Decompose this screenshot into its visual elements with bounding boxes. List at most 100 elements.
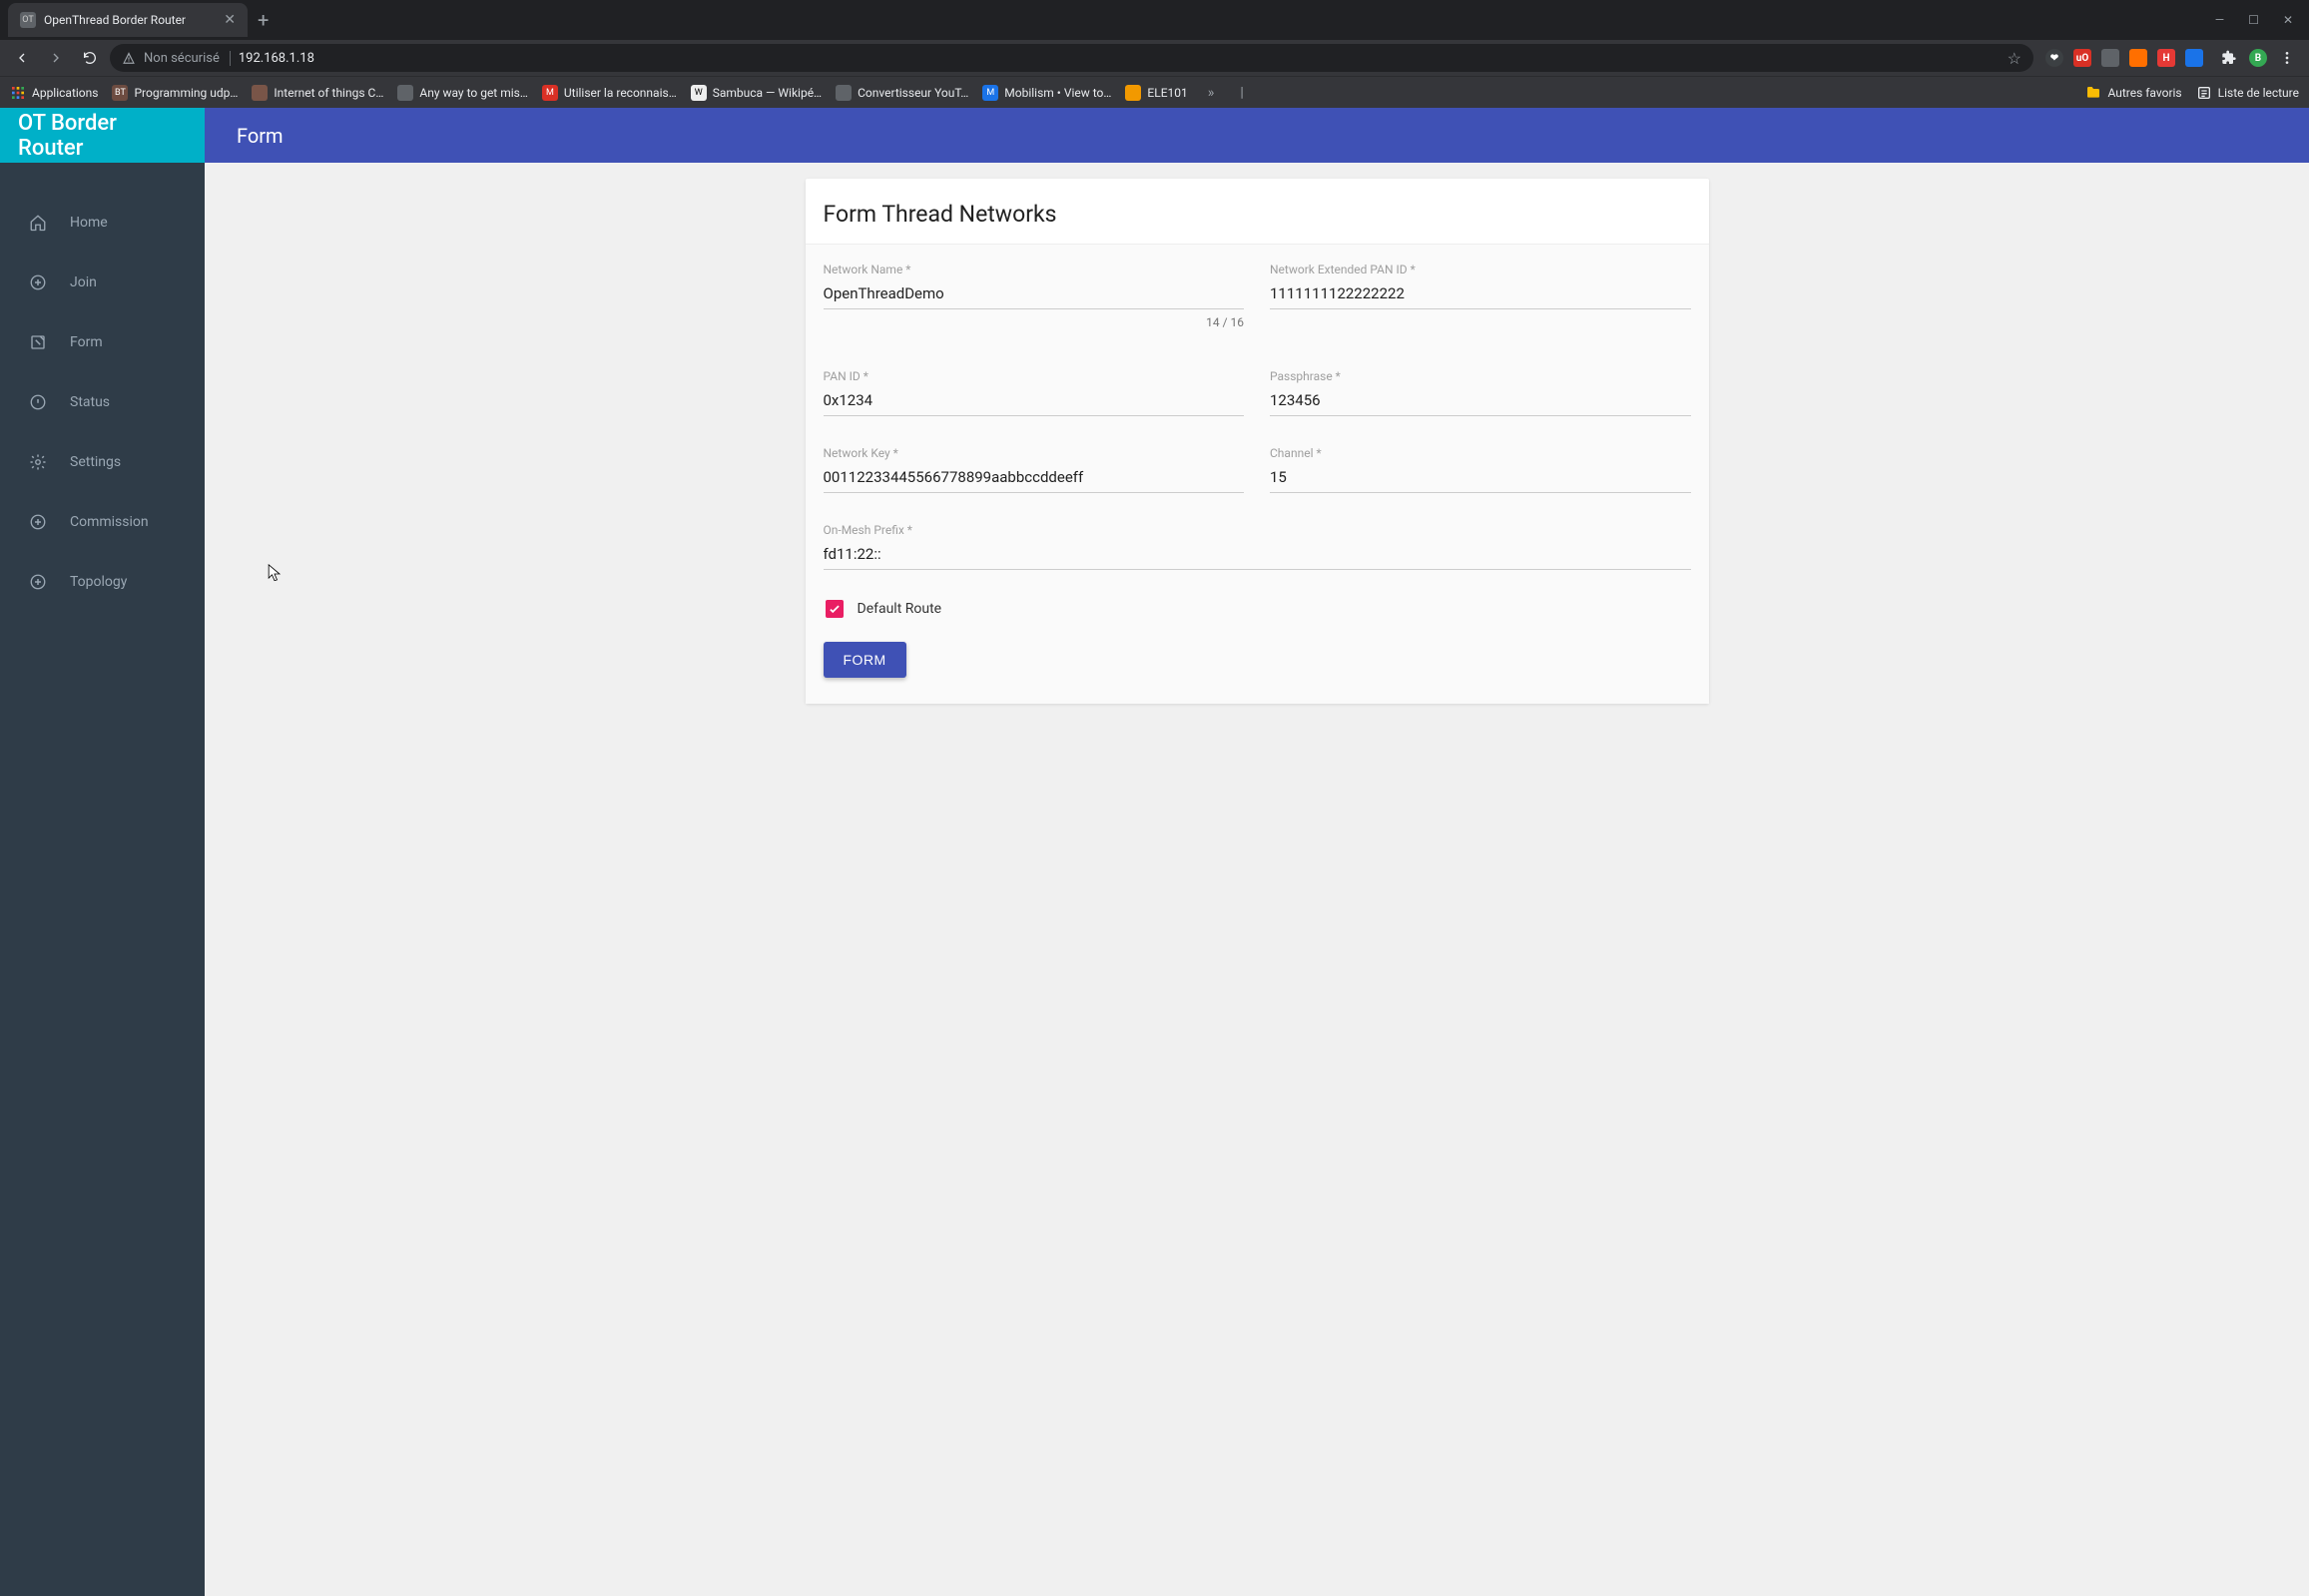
form-icon (28, 332, 48, 352)
field-prefix: On-Mesh Prefix * (824, 523, 1691, 570)
ext-icon[interactable] (2185, 49, 2203, 67)
topbar-title: Form (237, 124, 284, 148)
bookmark-icon (1125, 85, 1141, 101)
settings-icon (28, 452, 48, 472)
extensions-button[interactable] (2215, 44, 2243, 72)
url-text: 192.168.1.18 (239, 51, 314, 66)
tab-close-icon[interactable]: ✕ (224, 12, 236, 28)
new-tab-button[interactable]: + (248, 8, 279, 32)
bookmark-icon: M (542, 85, 558, 101)
ext-icon[interactable]: uO (2073, 49, 2091, 67)
bookmarks-overflow-button[interactable]: » (1202, 85, 1221, 101)
browser-menu-button[interactable] (2273, 44, 2301, 72)
bookmark-icon: BT (112, 85, 128, 101)
bookmark-label: Applications (32, 86, 98, 100)
window-controls: ― ☐ ✕ (2215, 13, 2301, 27)
input-prefix[interactable] (824, 541, 1691, 570)
profile-avatar[interactable]: B (2249, 49, 2267, 67)
sidebar-item-commission[interactable]: Commission (0, 492, 205, 552)
ext-icon[interactable] (2101, 49, 2119, 67)
input-network-name[interactable] (824, 280, 1245, 309)
sidebar-item-settings[interactable]: Settings (0, 432, 205, 492)
bookmark-folder[interactable]: Autres favoris (2085, 85, 2181, 101)
bookmark-item[interactable]: BT Programming udp… (112, 85, 238, 101)
form-card: Form Thread Networks Network Name * Netw… (806, 179, 1709, 704)
bookmark-item[interactable]: Internet of things C… (252, 85, 383, 101)
card-title: Form Thread Networks (806, 179, 1709, 244)
bookmark-label: Liste de lecture (2218, 86, 2299, 100)
field-ext-pan-id: Network Extended PAN ID * (1270, 263, 1691, 309)
sidebar-item-join[interactable]: Join (0, 253, 205, 312)
bookmarks-bar: Applications BT Programming udp… Internet … (0, 76, 2309, 108)
url-bar[interactable]: Non sécurisé 192.168.1.18 ☆ (110, 44, 2033, 72)
window-minimize-icon[interactable]: ― (2215, 13, 2224, 27)
browser-tab[interactable]: OT OpenThread Border Router ✕ (8, 3, 248, 37)
home-icon (28, 213, 48, 233)
bookmark-icon (252, 85, 268, 101)
apps-icon (10, 85, 26, 101)
insecure-icon (122, 51, 136, 65)
input-pan-id[interactable] (824, 387, 1245, 416)
topbar: Form (205, 108, 2309, 163)
field-passphrase: Passphrase * (1270, 369, 1691, 416)
sidebar-item-topology[interactable]: Topology (0, 552, 205, 612)
window-maximize-icon[interactable]: ☐ (2248, 13, 2259, 27)
tab-bar: OT OpenThread Border Router ✕ + ― ☐ ✕ (0, 0, 2309, 40)
sidebar-item-label: Settings (70, 454, 121, 470)
check-icon (828, 602, 842, 616)
bookmark-star-icon[interactable]: ☆ (2008, 49, 2021, 68)
input-passphrase[interactable] (1270, 387, 1691, 416)
ext-icon[interactable] (2129, 49, 2147, 67)
sidebar-item-home[interactable]: Home (0, 193, 205, 253)
label-pan-id: PAN ID * (824, 369, 1245, 383)
default-route-label: Default Route (858, 601, 942, 617)
sidebar-item-label: Topology (70, 574, 127, 590)
sidebar-item-label: Join (70, 274, 97, 290)
browser-chrome: OT OpenThread Border Router ✕ + ― ☐ ✕ No… (0, 0, 2309, 108)
list-icon (2196, 85, 2212, 101)
bookmark-item[interactable]: Any way to get mis… (397, 85, 528, 101)
nav-forward-button[interactable] (42, 44, 70, 72)
sidebar-item-label: Home (70, 215, 108, 231)
label-ext-pan-id: Network Extended PAN ID * (1270, 263, 1691, 276)
window-close-icon[interactable]: ✕ (2283, 13, 2293, 27)
bookmark-label: Mobilism • View to… (1004, 86, 1111, 100)
sidebar-item-label: Form (70, 334, 103, 350)
bookmark-item[interactable]: Convertisseur YouT… (836, 85, 968, 101)
form-grid: Network Name * Network Extended PAN ID *… (824, 263, 1691, 570)
nav-back-button[interactable] (8, 44, 36, 72)
tab-favicon: OT (20, 12, 36, 28)
default-route-checkbox[interactable] (826, 600, 844, 618)
page-root: OT Border Router HomeJoinFormStatusSetti… (0, 108, 2309, 1596)
ext-icon[interactable]: ❤ (2045, 49, 2063, 67)
bookmark-item[interactable]: ELE101 (1125, 85, 1187, 101)
field-network-key: Network Key * (824, 446, 1245, 493)
sidebar-item-form[interactable]: Form (0, 312, 205, 372)
sidebar-item-status[interactable]: Status (0, 372, 205, 432)
apps-button[interactable]: Applications (10, 85, 98, 101)
folder-icon (2085, 85, 2101, 101)
extensions-area: ❤ uO H (2039, 49, 2209, 67)
sidebar-item-label: Status (70, 394, 110, 410)
status-icon (28, 392, 48, 412)
label-passphrase: Passphrase * (1270, 369, 1691, 383)
bookmark-label: Internet of things C… (274, 86, 383, 100)
input-channel[interactable] (1270, 464, 1691, 493)
ext-icon[interactable]: H (2157, 49, 2175, 67)
commission-icon (28, 512, 48, 532)
input-ext-pan-id[interactable] (1270, 280, 1691, 309)
label-prefix: On-Mesh Prefix * (824, 523, 1691, 537)
input-network-key[interactable] (824, 464, 1245, 493)
bookmark-list[interactable]: Liste de lecture (2196, 85, 2299, 101)
form-submit-button[interactable]: FORM (824, 642, 906, 678)
bookmark-item[interactable]: MUtiliser la reconnais… (542, 85, 677, 101)
bookmark-label: Programming udp… (134, 86, 238, 100)
nav-reload-button[interactable] (76, 44, 104, 72)
main: Form Form Thread Networks Network Name *… (205, 108, 2309, 1596)
bookmark-item[interactable]: MMobilism • View to… (982, 85, 1111, 101)
bookmark-item[interactable]: WSambuca — Wikipé… (691, 85, 822, 101)
sidebar: OT Border Router HomeJoinFormStatusSetti… (0, 108, 205, 1596)
topology-icon (28, 572, 48, 592)
label-channel: Channel * (1270, 446, 1691, 460)
field-channel: Channel * (1270, 446, 1691, 493)
